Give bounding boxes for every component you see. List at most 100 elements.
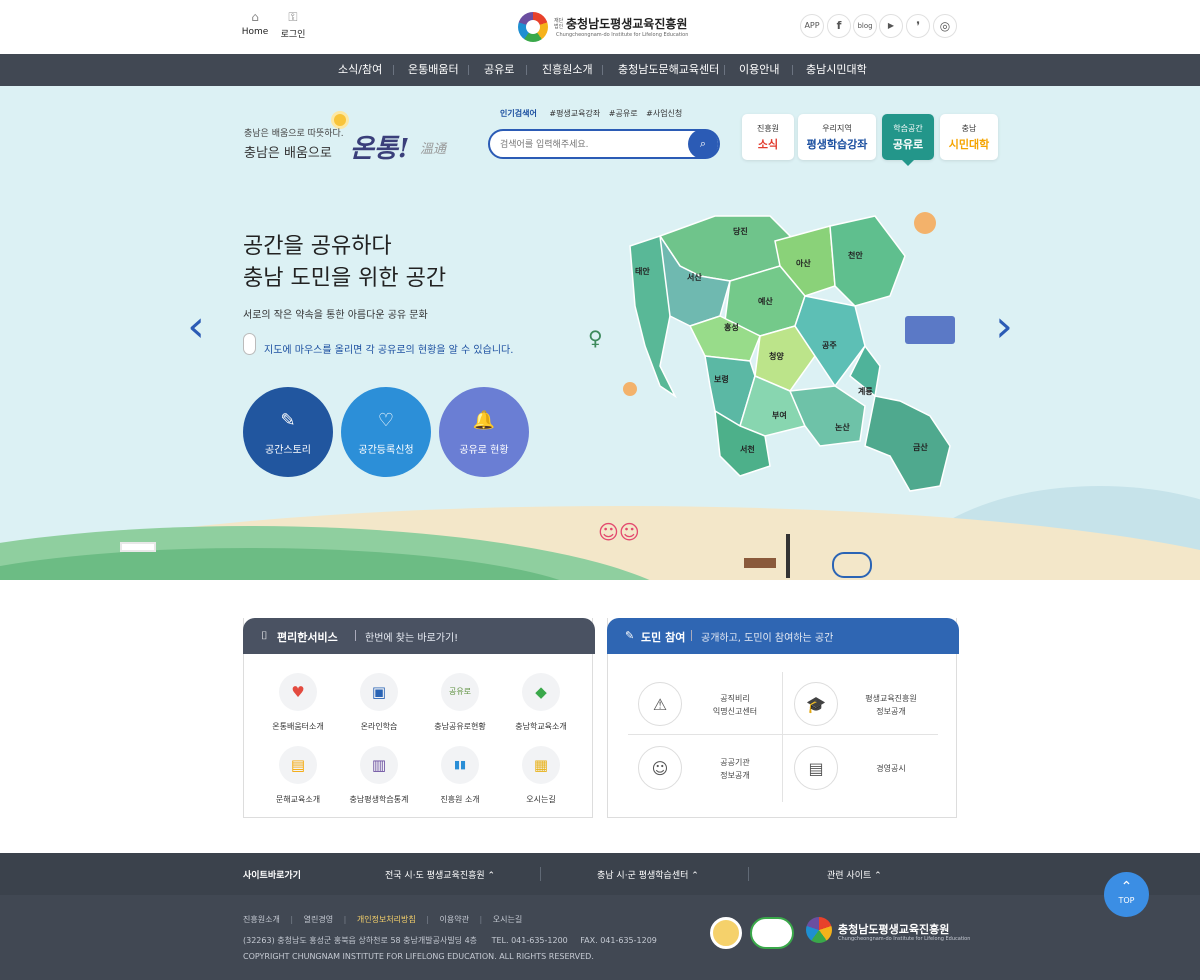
footer-dropdown[interactable]: 충남 시·군 평생학습센터 ⌃ — [597, 868, 699, 881]
map-region[interactable] — [788, 385, 866, 447]
region-label: 부여 — [772, 411, 787, 420]
region-label: 청양 — [769, 352, 784, 361]
footer-link-privacy[interactable]: 개인정보처리방침 — [357, 915, 416, 924]
footer-links: 진흥원소개 | 열린경영 | 개인정보처리방침 | 이용약관 | 오시는길 — [243, 914, 522, 925]
hero-title: 공간을 공유하다 — [243, 234, 392, 259]
top-button[interactable]: ⌃ TOP — [1104, 872, 1149, 917]
region-label: 태안 — [635, 267, 650, 276]
keyword-item[interactable]: #사업신청 — [646, 109, 682, 118]
footer-link[interactable]: 열린경영 — [304, 915, 333, 924]
footer-link[interactable]: 진흥원소개 — [243, 915, 280, 924]
citizen-item[interactable]: ⚠ 공직비리 익명신고센터 — [628, 674, 778, 734]
lamp-icon — [786, 534, 790, 578]
service-label: 문해교육소개 — [275, 795, 321, 804]
quick-title: 평생학습강좌 — [806, 138, 868, 151]
hero-note: 지도에 마우스를 올리면 각 공유로의 현황을 알 수 있습니다. — [264, 345, 514, 356]
footer-divider — [540, 867, 541, 881]
footer-address: (32263) 충청남도 홍성군 홍북읍 상하천로 58 충남개발공사빌딩 4층 — [243, 936, 478, 945]
nav-divider — [468, 65, 469, 75]
services-title: 편리한서비스 — [277, 631, 338, 644]
bell-icon: 🔔 — [472, 410, 496, 431]
nav-guide[interactable]: 이용안내 — [739, 54, 779, 86]
search-box: ⌕ — [488, 129, 720, 159]
service-label: 충남학교육소개 — [515, 722, 567, 731]
service-item[interactable]: 공유로 충남공유로현황 — [420, 673, 500, 732]
citizen-item[interactable]: 🎓 평생교육진흥원 정보공개 — [784, 674, 934, 734]
nav-literacy[interactable]: 충청남도문해교육센터 — [618, 54, 719, 86]
space-story-button[interactable]: ✎ 공간스토리 — [243, 387, 333, 477]
facebook-icon[interactable]: f — [827, 14, 851, 38]
slogan-hanja: 溫通 — [420, 142, 447, 157]
footer-dropdown[interactable]: 관련 사이트 ⌃ — [827, 868, 882, 881]
citizen-label: 공공기관 정보공개 — [690, 756, 780, 782]
footer-site-links: 사이트바로가기 전국 시·도 평생교육진흥원 ⌃ 충남 시·군 평생학습센터 ⌃… — [0, 853, 1200, 895]
services-desc: 한번에 찾는 바로가기! — [365, 633, 459, 644]
service-item[interactable]: ▮▮ 진흥원 소개 — [420, 746, 500, 805]
footer-link[interactable]: 이용약관 — [440, 915, 469, 924]
nav-share[interactable]: 공유로 — [484, 54, 514, 86]
keyword-item[interactable]: #공유로 — [609, 109, 638, 118]
site-logo[interactable]: 재단법인 충청남도평생교육진흥원 Chungcheongnam-do Insti… — [518, 12, 698, 44]
keyword-item[interactable]: #평생교육강좌 — [549, 109, 600, 118]
share-status-button[interactable]: 🔔 공유로 현황 — [439, 387, 529, 477]
citizen-label-line: 평생교육진흥원 — [865, 694, 917, 703]
service-item[interactable]: ◆ 충남학교육소개 — [501, 673, 581, 732]
brunch-icon[interactable]: ❜ — [906, 14, 930, 38]
nav-news[interactable]: 소식/참여 — [338, 54, 382, 86]
main-navigation: 소식/참여 온통배움터 공유로 진흥원소개 충청남도문해교육센터 이용안내 충남… — [0, 54, 1200, 86]
citizen-item[interactable]: ☺ 공공기관 정보공개 — [628, 738, 778, 798]
app-link[interactable]: APP — [800, 14, 824, 38]
citizen-item[interactable]: ▤ 경영공시 — [784, 738, 934, 798]
service-item[interactable]: ▤ 문해교육소개 — [258, 746, 338, 805]
instagram-icon[interactable]: ◎ — [933, 14, 957, 38]
quick-label: 학습공간 — [893, 124, 923, 133]
space-register-button[interactable]: ♡ 공간등록신청 — [341, 387, 431, 477]
quick-news[interactable]: 진흥원 소식 — [742, 114, 794, 160]
mouse-icon — [243, 333, 256, 355]
nav-ontong[interactable]: 온통배움터 — [408, 54, 459, 86]
login-link[interactable]: ⚿ 로그인 — [276, 10, 310, 40]
region-label: 공주 — [822, 341, 837, 350]
tree-icon — [914, 212, 936, 234]
next-arrow[interactable]: › — [990, 302, 1018, 352]
region-label: 당진 — [733, 227, 748, 236]
web-accessibility-badge-icon — [750, 917, 794, 949]
users-icon: ☺ — [638, 746, 682, 790]
nav-about[interactable]: 진흥원소개 — [542, 54, 593, 86]
nav-citizen-univ[interactable]: 충남시민대학 — [806, 54, 867, 86]
picnic-mat-icon — [905, 316, 955, 344]
popular-keywords: 인기검색어 #평생교육강좌 #공유로 #사업신청 — [500, 108, 688, 119]
prev-arrow[interactable]: ‹ — [182, 302, 210, 352]
top-bar: ⌂ Home ⚿ 로그인 재단법인 충청남도평생교육진흥원 Chungcheon… — [0, 0, 1200, 54]
region-label: 예산 — [758, 297, 773, 306]
map-region[interactable] — [864, 395, 951, 492]
home-link[interactable]: ⌂ Home — [238, 10, 272, 37]
nav-divider — [526, 65, 527, 75]
quick-title: 시민대학 — [948, 138, 990, 151]
service-item[interactable]: ▣ 온라인학습 — [339, 673, 419, 732]
blog-icon[interactable]: blog — [853, 14, 877, 38]
citizen-label-line: 익명신고센터 — [712, 707, 758, 716]
map-region[interactable] — [829, 215, 906, 307]
footer-dropdown-label: 관련 사이트 — [827, 871, 872, 881]
search-button[interactable]: ⌕ — [688, 129, 718, 159]
services-panel: ⌷ 편리한서비스 한번에 찾는 바로가기! ♥ 온통배움터소개 ▣ 온라인학습 … — [243, 618, 595, 818]
bench-icon — [120, 542, 156, 552]
nav-divider — [602, 65, 603, 75]
service-label: 오시는길 — [526, 795, 556, 804]
service-item[interactable]: ▦ 오시는길 — [501, 746, 581, 805]
service-item[interactable]: ♥ 온통배움터소개 — [258, 673, 338, 732]
person-cheering-icon: ♀ — [588, 326, 603, 350]
footer-link[interactable]: 오시는길 — [493, 915, 522, 924]
quick-share-space[interactable]: 학습공간 공유로 — [882, 114, 934, 166]
chevron-up-icon: ⌃ — [487, 871, 496, 881]
footer-dropdown[interactable]: 전국 시·도 평생교육진흥원 ⌃ — [385, 868, 495, 881]
youtube-icon[interactable]: ▶ — [879, 14, 903, 38]
citizen-label: 공직비리 익명신고센터 — [690, 692, 780, 718]
search-input[interactable] — [500, 136, 690, 154]
quick-citizen-univ[interactable]: 충남 시민대학 — [940, 114, 998, 160]
quick-courses[interactable]: 우리지역 평생학습강좌 — [798, 114, 876, 160]
citizen-label-line: 정보공개 — [876, 707, 906, 716]
service-item[interactable]: ▥ 충남평생학습통계 — [339, 746, 419, 805]
slogan-big: 충남은 배움으로 — [244, 146, 332, 161]
